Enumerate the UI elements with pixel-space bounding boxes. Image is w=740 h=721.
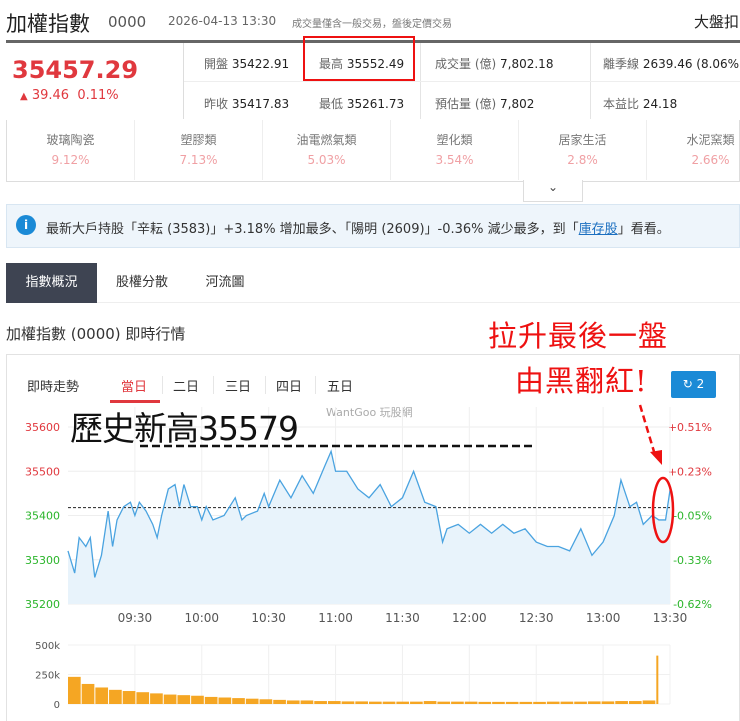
volume-bar xyxy=(300,700,314,704)
x-tick-label: 10:30 xyxy=(251,611,286,625)
price-area xyxy=(68,451,670,604)
volume-bar xyxy=(218,697,232,704)
volume-bar xyxy=(369,701,382,704)
volume-bar xyxy=(533,701,546,704)
volume-bar xyxy=(396,701,410,704)
volume-bar xyxy=(519,701,533,704)
volume-bar xyxy=(410,701,423,704)
y-tick-label: 35500 xyxy=(25,465,60,478)
y-tick-label: 35300 xyxy=(25,554,60,567)
volume-bar xyxy=(464,701,478,704)
x-tick-label: 10:00 xyxy=(184,611,219,625)
volume-bar xyxy=(423,701,437,704)
volume-bar xyxy=(136,692,150,704)
x-tick-label: 11:00 xyxy=(318,611,353,625)
y-pct-tick-label: -0.05% xyxy=(673,510,712,523)
y-pct-tick-label: -0.33% xyxy=(673,554,712,567)
x-tick-label: 12:30 xyxy=(519,611,554,625)
volume-bar xyxy=(259,699,273,704)
volume-bar xyxy=(601,701,615,704)
volume-bar xyxy=(546,701,560,704)
volume-tick-label: 500k xyxy=(35,641,60,652)
volume-bar xyxy=(109,689,122,704)
volume-tick-label: 250k xyxy=(35,671,60,682)
volume-bar xyxy=(355,701,368,704)
volume-bar xyxy=(656,655,659,704)
y-tick-label: 35200 xyxy=(25,598,60,611)
volume-bar xyxy=(327,701,341,704)
volume-bar xyxy=(615,701,628,704)
volume-bar xyxy=(505,701,519,704)
volume-bar xyxy=(492,701,505,704)
volume-bar xyxy=(163,694,177,704)
volume-tick-label: 0 xyxy=(54,700,60,711)
volume-bar xyxy=(68,676,81,704)
volume-bar xyxy=(642,700,656,704)
volume-bar xyxy=(560,701,574,704)
volume-bar xyxy=(286,700,300,704)
volume-bar xyxy=(81,683,95,704)
volume-bar xyxy=(204,696,218,704)
annotation-line2: 由黑翻紅! xyxy=(515,364,648,398)
annotation-arrow xyxy=(638,404,657,456)
volume-bar xyxy=(122,691,136,704)
volume-bar xyxy=(273,699,286,704)
volume-bar xyxy=(628,701,642,704)
volume-bar xyxy=(587,701,601,704)
volume-bar xyxy=(191,695,204,704)
volume-bar xyxy=(437,701,451,704)
volume-bar xyxy=(574,701,587,704)
y-tick-label: 35400 xyxy=(25,510,60,523)
y-pct-tick-label: -0.62% xyxy=(673,598,712,611)
annotation-record-high: 歷史新高35579 xyxy=(70,409,299,448)
volume-bar xyxy=(150,693,163,704)
y-tick-label: 35600 xyxy=(25,421,60,434)
y-pct-tick-label: +0.51% xyxy=(668,421,712,434)
arrow-head-icon xyxy=(650,450,662,465)
x-tick-label: 12:00 xyxy=(452,611,487,625)
volume-bar xyxy=(95,687,109,704)
volume-bar xyxy=(177,695,191,704)
volume-bar xyxy=(314,701,327,704)
volume-bar xyxy=(478,701,492,704)
x-tick-label: 11:30 xyxy=(385,611,420,625)
volume-bar xyxy=(232,698,245,704)
y-pct-tick-label: +0.23% xyxy=(668,465,712,478)
x-tick-label: 13:30 xyxy=(653,611,688,625)
x-tick-label: 09:30 xyxy=(118,611,153,625)
x-tick-label: 13:00 xyxy=(586,611,621,625)
volume-bar xyxy=(451,701,464,704)
annotation-line1: 拉升最後一盤 xyxy=(488,319,669,353)
volume-bar xyxy=(382,701,396,704)
volume-bar xyxy=(341,701,355,704)
volume-bar xyxy=(245,698,259,704)
